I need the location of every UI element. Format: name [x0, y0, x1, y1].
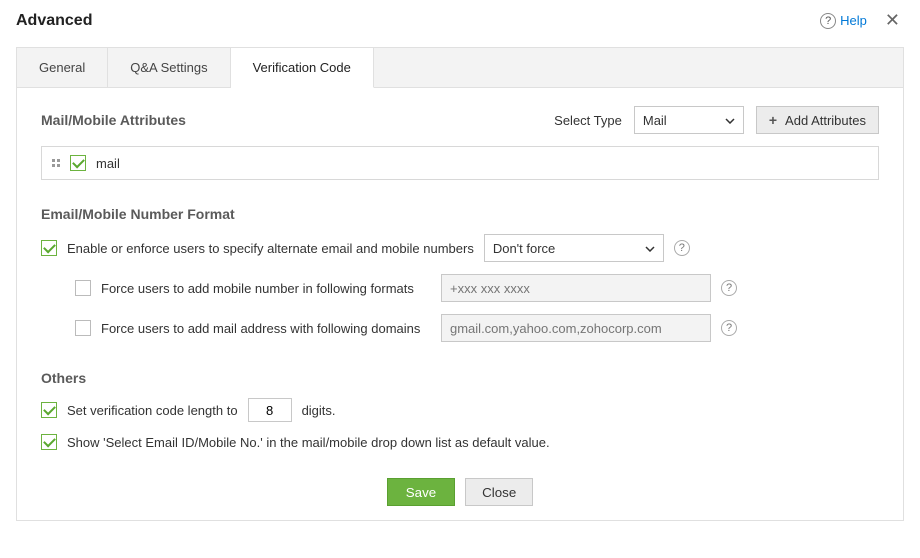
force-mobile-format-label: Force users to add mobile number in foll… [101, 281, 431, 296]
help-icon[interactable]: ? [674, 240, 690, 256]
attribute-label: mail [96, 156, 120, 171]
add-attributes-label: Add Attributes [785, 113, 866, 128]
code-length-input[interactable] [248, 398, 292, 422]
force-mode-dropdown[interactable]: Don't force [484, 234, 664, 262]
close-button[interactable]: Close [465, 478, 533, 506]
email-mobile-format-heading: Email/Mobile Number Format [41, 206, 879, 222]
default-dropdown-checkbox[interactable] [41, 434, 57, 450]
code-length-checkbox[interactable] [41, 402, 57, 418]
help-icon[interactable]: ? [721, 320, 737, 336]
tabs: General Q&A Settings Verification Code [17, 48, 903, 88]
tab-general[interactable]: General [17, 48, 108, 87]
help-icon: ? [820, 13, 836, 29]
help-label: Help [840, 13, 867, 28]
mail-domain-input[interactable] [441, 314, 711, 342]
force-mail-domain-checkbox[interactable] [75, 320, 91, 336]
page-title: Advanced [16, 12, 92, 30]
select-type-value: Mail [643, 113, 667, 128]
others-heading: Others [41, 370, 879, 386]
close-icon[interactable]: ✕ [881, 10, 904, 31]
enable-alternate-checkbox[interactable] [41, 240, 57, 256]
add-attributes-button[interactable]: + Add Attributes [756, 106, 879, 134]
save-button[interactable]: Save [387, 478, 455, 506]
chevron-down-icon [645, 241, 655, 255]
chevron-down-icon [725, 113, 735, 127]
tab-verification-code[interactable]: Verification Code [231, 48, 374, 88]
default-dropdown-label: Show 'Select Email ID/Mobile No.' in the… [67, 435, 550, 450]
force-mobile-format-checkbox[interactable] [75, 280, 91, 296]
select-type-dropdown[interactable]: Mail [634, 106, 744, 134]
attribute-checkbox[interactable] [70, 155, 86, 171]
select-type-label: Select Type [554, 113, 622, 128]
tab-qa-settings[interactable]: Q&A Settings [108, 48, 230, 87]
code-length-prefix: Set verification code length to [67, 403, 238, 418]
mail-mobile-attributes-heading: Mail/Mobile Attributes [41, 112, 186, 128]
drag-handle-icon[interactable] [52, 159, 60, 167]
attribute-list: mail [41, 146, 879, 180]
force-mail-domain-label: Force users to add mail address with fol… [101, 321, 431, 336]
help-icon[interactable]: ? [721, 280, 737, 296]
plus-icon: + [769, 112, 777, 128]
code-length-suffix: digits. [302, 403, 336, 418]
force-mode-value: Don't force [493, 241, 555, 256]
mobile-format-input[interactable] [441, 274, 711, 302]
help-link[interactable]: ? Help [820, 13, 867, 29]
enable-alternate-label: Enable or enforce users to specify alter… [67, 241, 474, 256]
